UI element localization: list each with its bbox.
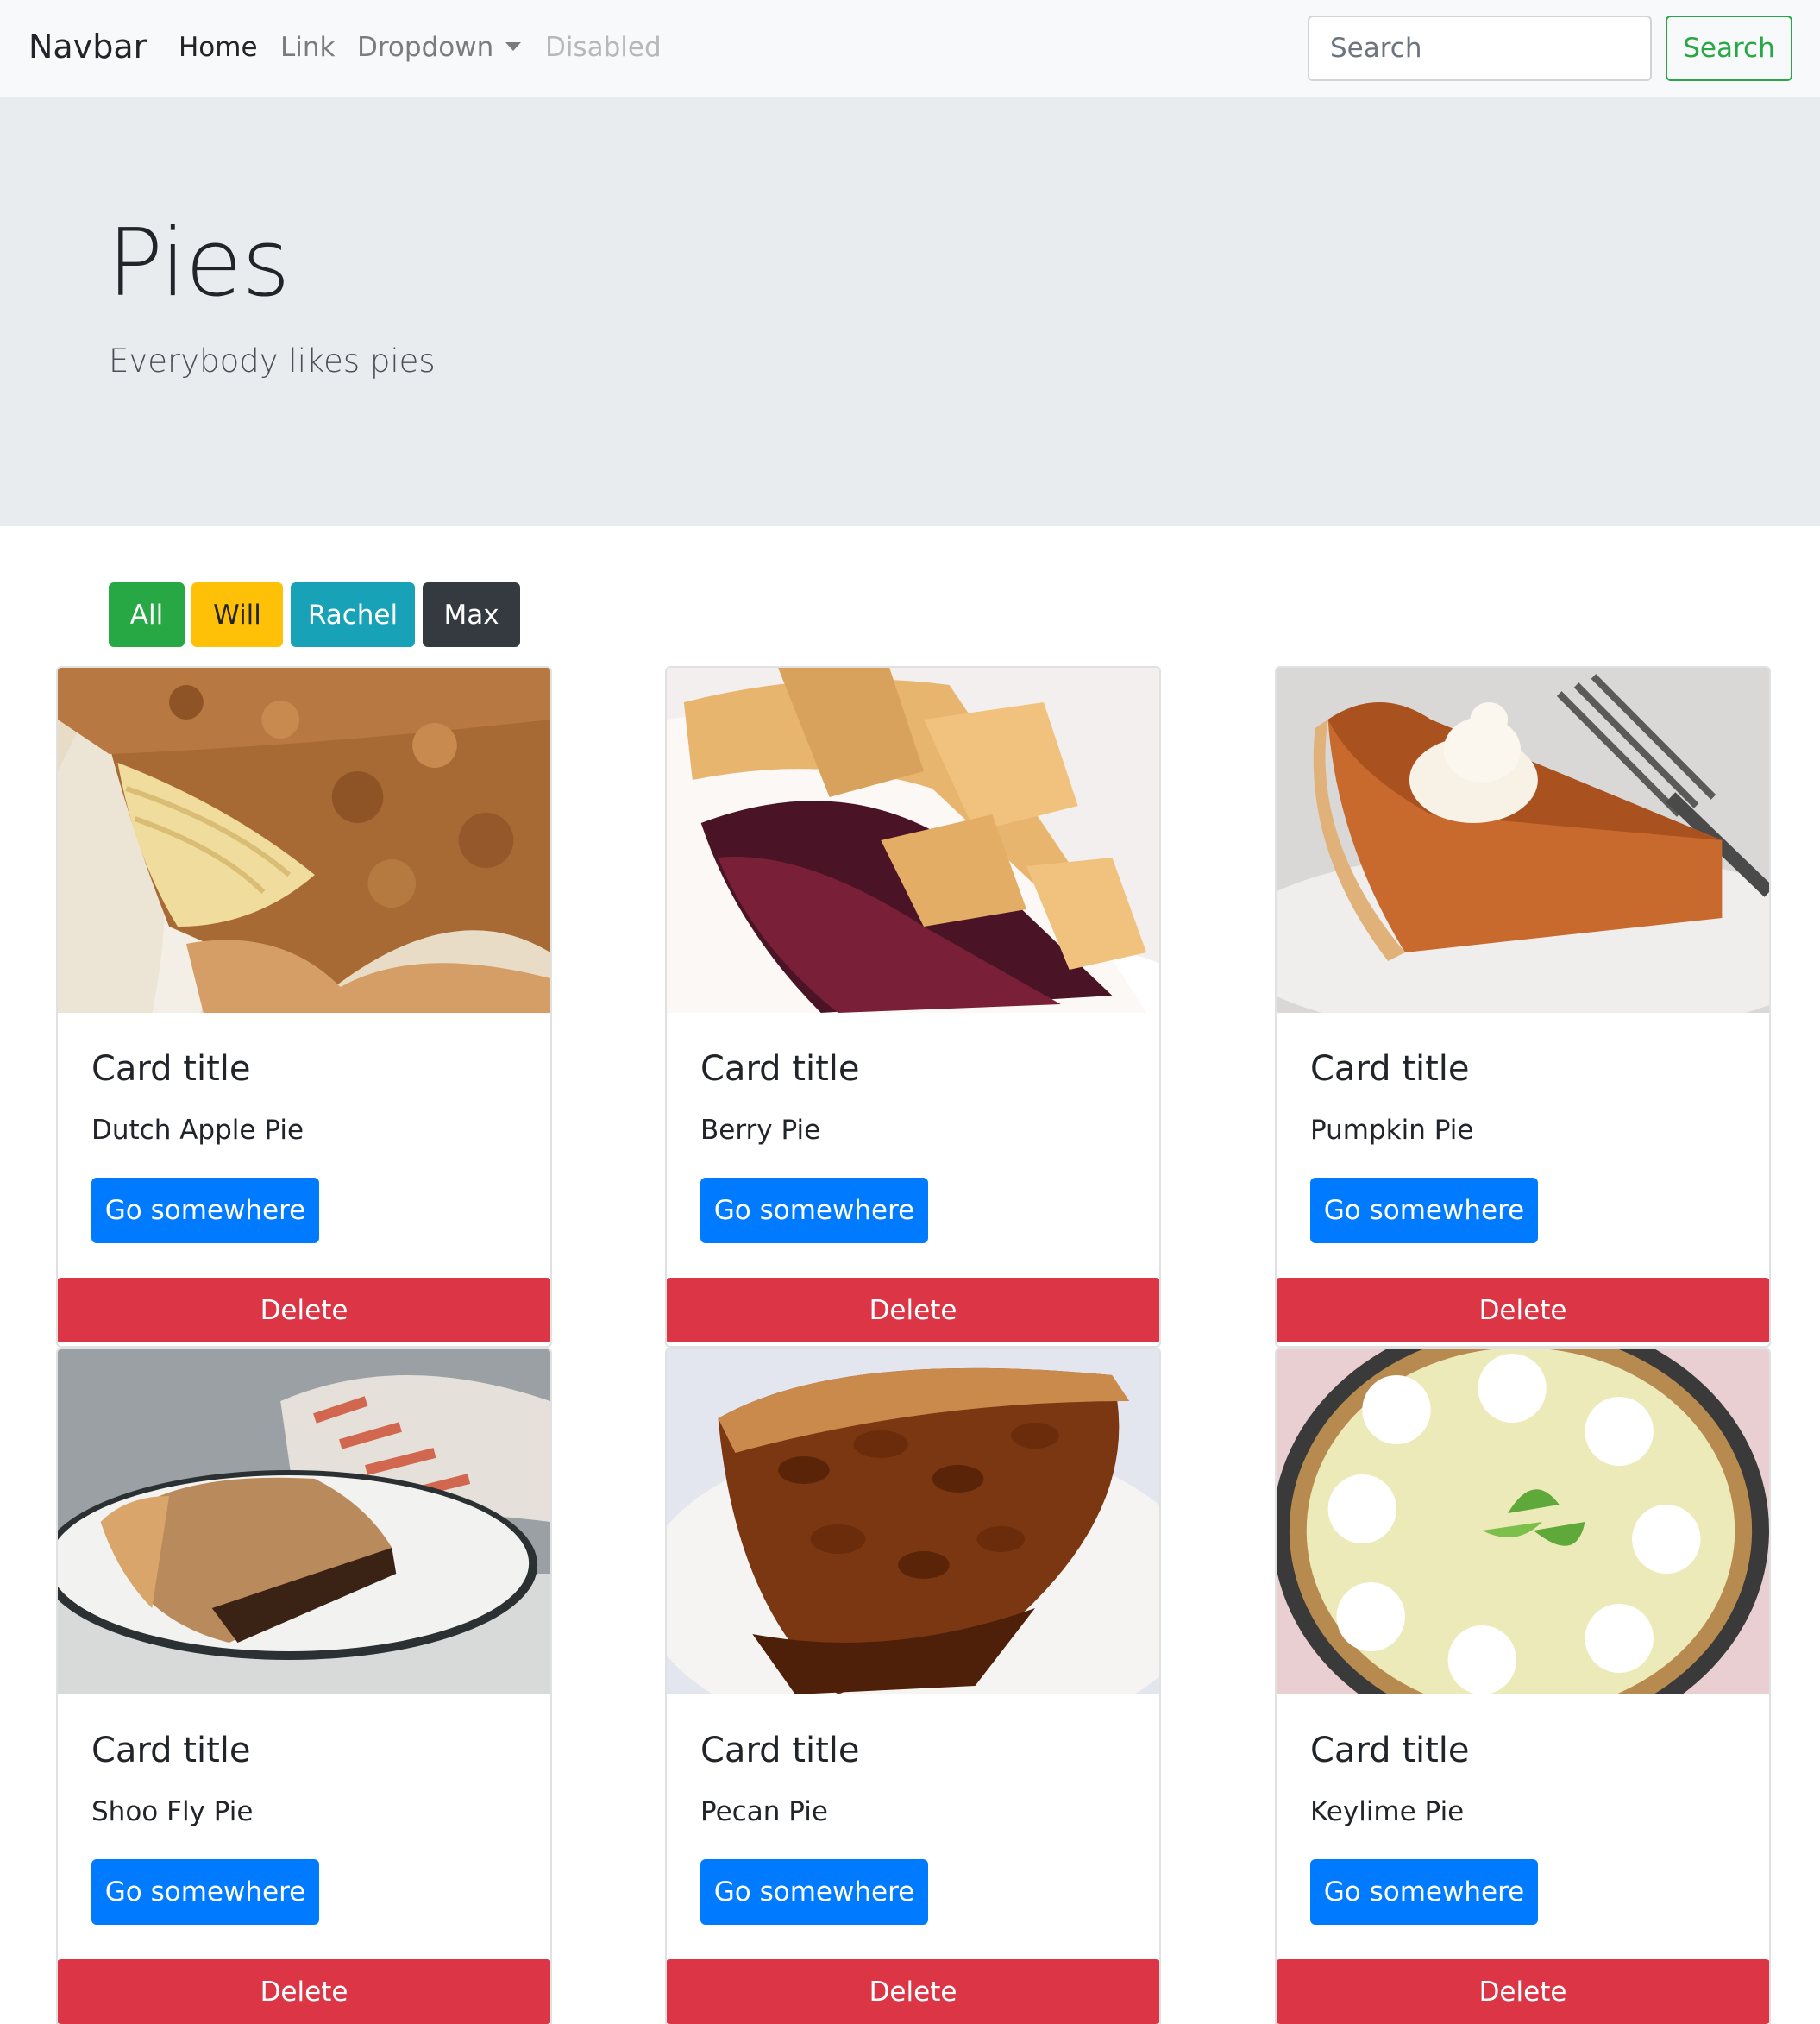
jumbotron: Pies Everybody likes pies <box>0 97 1820 526</box>
filter-rachel-button[interactable]: Rachel <box>291 582 415 647</box>
dutch-apple-pie-image <box>58 668 550 1013</box>
navbar-brand[interactable]: Navbar <box>28 28 147 66</box>
caret-down-icon <box>505 42 522 51</box>
card-text: Pumpkin Pie <box>1310 1115 1474 1146</box>
pecan-pie-image <box>667 1349 1159 1694</box>
nav-link-disabled: Disabled <box>545 32 662 63</box>
card: Card title Dutch Apple Pie Go somewhere … <box>56 666 552 1348</box>
go-somewhere-button[interactable]: Go somewhere <box>1310 1859 1538 1925</box>
card-text: Shoo Fly Pie <box>91 1796 254 1827</box>
filter-all-button[interactable]: All <box>109 582 185 647</box>
keylime-pie-image <box>1277 1349 1769 1694</box>
navbar: Navbar Home Link Dropdown Disabled Searc… <box>0 0 1820 97</box>
page-lead: Everybody likes pies <box>109 343 436 380</box>
delete-button[interactable]: Delete <box>667 1959 1159 2024</box>
card: Card title Keylime Pie Go somewhere Dele… <box>1275 1348 1771 2024</box>
shoo-fly-pie-image <box>58 1349 550 1694</box>
delete-button[interactable]: Delete <box>1277 1959 1769 2024</box>
card-title: Card title <box>91 1049 251 1089</box>
search-button[interactable]: Search <box>1666 16 1792 81</box>
card-title: Card title <box>1310 1731 1470 1770</box>
berry-pie-image <box>667 668 1159 1013</box>
card: Card title Pumpkin Pie Go somewhere Dele… <box>1275 666 1771 1348</box>
delete-button[interactable]: Delete <box>667 1278 1159 1342</box>
delete-button[interactable]: Delete <box>1277 1278 1769 1342</box>
card-title: Card title <box>91 1731 251 1770</box>
delete-button[interactable]: Delete <box>58 1959 550 2024</box>
card-title: Card title <box>700 1731 860 1770</box>
nav-link-link[interactable]: Link <box>280 32 335 63</box>
card: Card title Berry Pie Go somewhere Delete <box>665 666 1161 1348</box>
filter-max-button[interactable]: Max <box>423 582 520 647</box>
card-text: Keylime Pie <box>1310 1796 1465 1827</box>
search-input[interactable] <box>1308 16 1652 81</box>
filter-will-button[interactable]: Will <box>191 582 283 647</box>
card-text: Pecan Pie <box>700 1796 828 1827</box>
nav-dropdown-toggle[interactable]: Dropdown <box>357 32 522 63</box>
card-text: Dutch Apple Pie <box>91 1115 304 1146</box>
card-title: Card title <box>700 1049 860 1089</box>
delete-button[interactable]: Delete <box>58 1278 550 1342</box>
nav-dropdown-label: Dropdown <box>357 32 494 63</box>
page-title: Pies <box>107 210 290 317</box>
go-somewhere-button[interactable]: Go somewhere <box>700 1859 928 1925</box>
card-title: Card title <box>1310 1049 1470 1089</box>
go-somewhere-button[interactable]: Go somewhere <box>91 1859 319 1925</box>
card-text: Berry Pie <box>700 1115 821 1146</box>
go-somewhere-button[interactable]: Go somewhere <box>700 1178 928 1243</box>
go-somewhere-button[interactable]: Go somewhere <box>1310 1178 1538 1243</box>
card: Card title Shoo Fly Pie Go somewhere Del… <box>56 1348 552 2024</box>
go-somewhere-button[interactable]: Go somewhere <box>91 1178 319 1243</box>
nav-link-home[interactable]: Home <box>179 32 258 63</box>
pumpkin-pie-image <box>1277 668 1769 1013</box>
card: Card title Pecan Pie Go somewhere Delete <box>665 1348 1161 2024</box>
